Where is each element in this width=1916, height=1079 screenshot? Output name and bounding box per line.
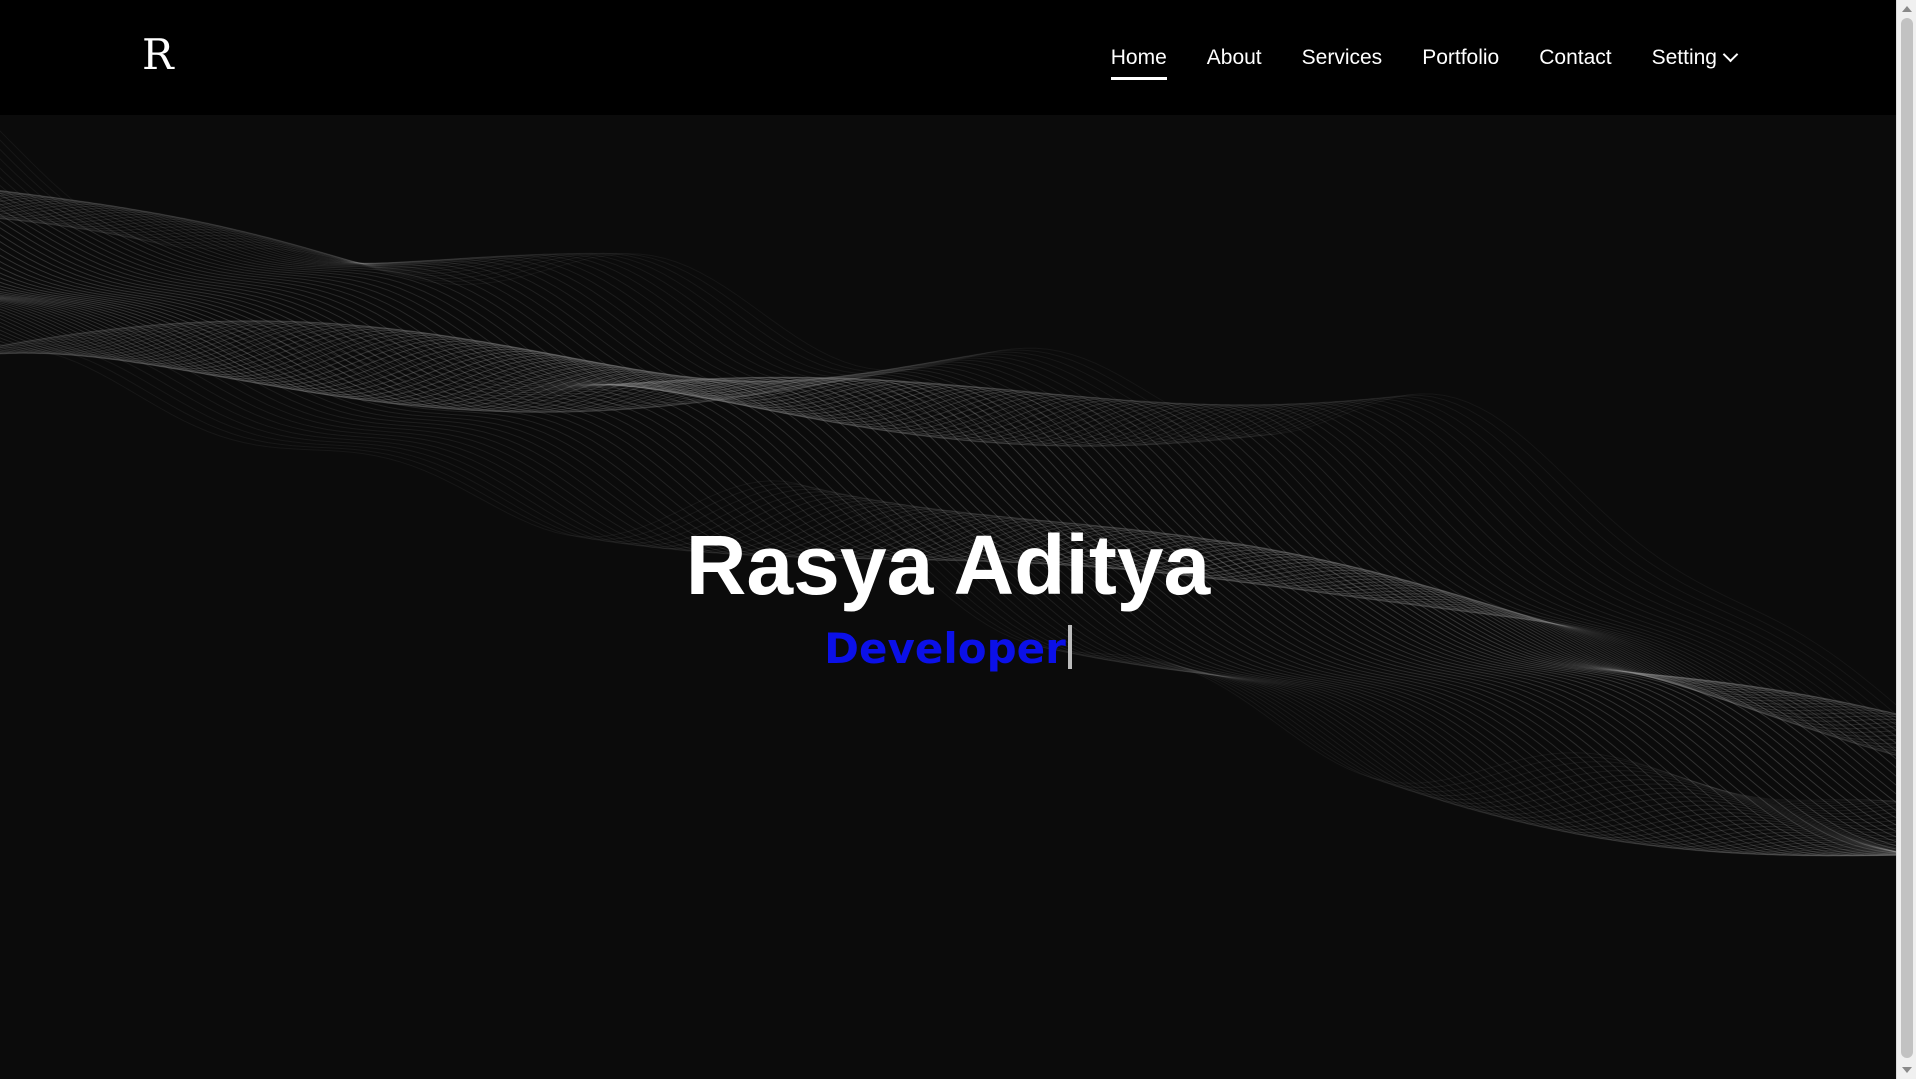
hero-section: Rasya Aditya Developer [0, 115, 1896, 1079]
scrollbar-thumb[interactable] [1901, 18, 1913, 1058]
hero-role-line: Developer [0, 621, 1896, 677]
scrollbar[interactable] [1896, 0, 1916, 1079]
hero-name: Rasya Aditya [685, 518, 1211, 612]
nav-about[interactable]: About [1207, 40, 1262, 76]
nav-setting[interactable]: Setting [1651, 40, 1739, 76]
wave-line [0, 227, 1896, 777]
nav-contact[interactable]: Contact [1539, 40, 1611, 76]
wave-lines [0, 130, 1896, 857]
page: R Home About Services Portfolio Contact … [0, 0, 1896, 1079]
hero-text: Rasya Aditya Developer [0, 515, 1896, 677]
wave-line [0, 214, 1896, 760]
scroll-down-icon[interactable] [1902, 1067, 1912, 1073]
main-nav: Home About Services Portfolio Contact Se… [1071, 40, 1739, 80]
chevron-down-icon [1722, 46, 1739, 63]
hero-role: Developer [824, 624, 1066, 673]
header: R Home About Services Portfolio Contact … [0, 0, 1896, 115]
scroll-up-icon[interactable] [1902, 6, 1912, 12]
wave-line [0, 234, 1896, 786]
nav-services[interactable]: Services [1302, 40, 1383, 76]
typing-cursor [1067, 625, 1072, 669]
nav-setting-label: Setting [1651, 46, 1717, 69]
nav-portfolio[interactable]: Portfolio [1422, 40, 1499, 76]
nav-home[interactable]: Home [1110, 40, 1167, 80]
logo[interactable]: R [142, 30, 174, 80]
